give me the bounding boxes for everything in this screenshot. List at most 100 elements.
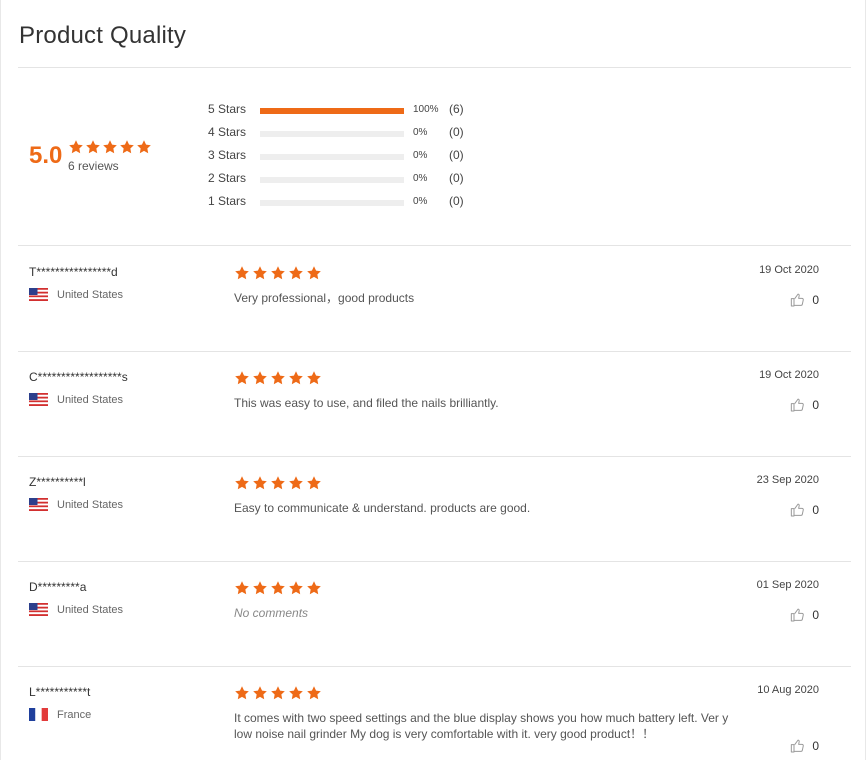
review-stars (234, 370, 322, 386)
distribution-row: 3 Stars 0% (0) (208, 148, 488, 171)
like-button[interactable]: 0 (790, 502, 819, 518)
distribution-bar (260, 200, 404, 206)
star-icon (253, 371, 267, 385)
country-name: United States (57, 603, 124, 616)
star-icon (271, 266, 285, 280)
review-count: 6 reviews (68, 159, 119, 173)
product-quality-panel: Product Quality 5.0 6 reviews 5 Stars 100… (0, 0, 866, 760)
star-icon (289, 266, 303, 280)
thumbs-up-icon[interactable] (790, 502, 806, 518)
review-date: 01 Sep 2020 (756, 579, 819, 591)
distribution-percent: 0% (413, 196, 428, 207)
review-text: This was easy to use, and filed the nail… (234, 396, 499, 410)
star-icon (253, 581, 267, 595)
star-icon (307, 686, 321, 700)
distribution-label: 1 Stars (208, 194, 247, 208)
star-icon (271, 581, 285, 595)
distribution-percent: 100% (413, 104, 439, 115)
review-stars (234, 685, 322, 701)
distribution-count: (0) (449, 171, 464, 185)
distribution-bar (260, 154, 404, 160)
distribution-bar (260, 108, 404, 114)
reviewer-country: United States (29, 603, 123, 616)
distribution-row: 2 Stars 0% (0) (208, 171, 488, 194)
like-button[interactable]: 0 (790, 397, 819, 413)
us-flag-icon (29, 498, 48, 511)
review-item: L***********t France It comes with two spe… (18, 666, 851, 771)
country-name: United States (57, 393, 124, 406)
distribution-label: 4 Stars (208, 125, 247, 139)
star-icon (235, 476, 249, 490)
reviewer-name: D*********a (29, 580, 87, 594)
section-title: Product Quality (19, 22, 187, 49)
like-button[interactable]: 0 (790, 292, 819, 308)
reviewer-name: Z**********l (29, 475, 86, 489)
thumbs-up-icon[interactable] (790, 607, 806, 623)
rating-distribution: 5 Stars 100% (6) 4 Stars 0% (0) 3 Stars 0% (0) 2 … (208, 102, 488, 217)
star-icon (235, 371, 249, 385)
distribution-label: 3 Stars (208, 148, 247, 162)
reviewer-country: United States (29, 498, 123, 511)
average-stars (68, 139, 152, 155)
reviewer-country: France (29, 708, 91, 721)
review-text: It comes with two speed settings and the… (234, 711, 729, 741)
distribution-row: 1 Stars 0% (0) (208, 194, 488, 217)
reviewer-name: C******************s (29, 370, 128, 384)
star-icon (137, 140, 151, 154)
review-text: Easy to communicate & understand. produc… (234, 501, 531, 515)
star-icon (271, 686, 285, 700)
star-icon (235, 686, 249, 700)
review-item: C******************s United States This wa… (18, 351, 851, 456)
review-item: D*********a United States No comments 01 Se… (18, 561, 851, 666)
star-icon (103, 140, 117, 154)
thumbs-up-icon[interactable] (790, 292, 806, 308)
country-name: France (57, 708, 92, 721)
review-item: Z**********l United States Easy to communi… (18, 456, 851, 561)
reviewer-country: United States (29, 288, 123, 301)
divider (18, 67, 851, 68)
reviewer-name: L***********t (29, 685, 91, 699)
star-icon (86, 140, 100, 154)
us-flag-icon (29, 288, 48, 301)
distribution-percent: 0% (413, 127, 428, 138)
distribution-bar (260, 131, 404, 137)
distribution-label: 2 Stars (208, 171, 247, 185)
review-date: 10 Aug 2020 (757, 684, 819, 696)
reviewer-country: United States (29, 393, 123, 406)
review-stars (234, 265, 322, 281)
review-date: 19 Oct 2020 (759, 264, 819, 276)
star-icon (271, 476, 285, 490)
like-button[interactable]: 0 (790, 607, 819, 623)
star-icon (120, 140, 134, 154)
thumbs-up-icon[interactable] (790, 738, 806, 754)
like-button[interactable]: 0 (790, 738, 819, 754)
star-icon (235, 266, 249, 280)
distribution-label: 5 Stars (208, 102, 247, 116)
star-icon (289, 371, 303, 385)
star-icon (69, 140, 83, 154)
country-name: United States (57, 288, 124, 301)
like-count: 0 (812, 398, 819, 412)
like-count: 0 (812, 503, 819, 517)
fr-flag-icon (29, 708, 48, 721)
star-icon (253, 686, 267, 700)
review-text: No comments (234, 606, 309, 620)
distribution-bar (260, 177, 404, 183)
distribution-percent: 0% (413, 150, 428, 161)
like-count: 0 (812, 608, 819, 622)
review-item: T****************d United States Very prof… (18, 246, 851, 351)
review-text: Very professional，good products (234, 291, 415, 305)
star-icon (307, 476, 321, 490)
star-icon (307, 266, 321, 280)
average-rating: 5.0 (29, 142, 63, 169)
star-icon (307, 371, 321, 385)
review-date: 19 Oct 2020 (759, 369, 819, 381)
distribution-bar-fill (260, 108, 404, 114)
star-icon (289, 476, 303, 490)
star-icon (253, 266, 267, 280)
distribution-row: 5 Stars 100% (6) (208, 102, 488, 125)
star-icon (235, 581, 249, 595)
thumbs-up-icon[interactable] (790, 397, 806, 413)
distribution-count: (0) (449, 194, 464, 208)
reviewer-name: T****************d (29, 265, 118, 279)
